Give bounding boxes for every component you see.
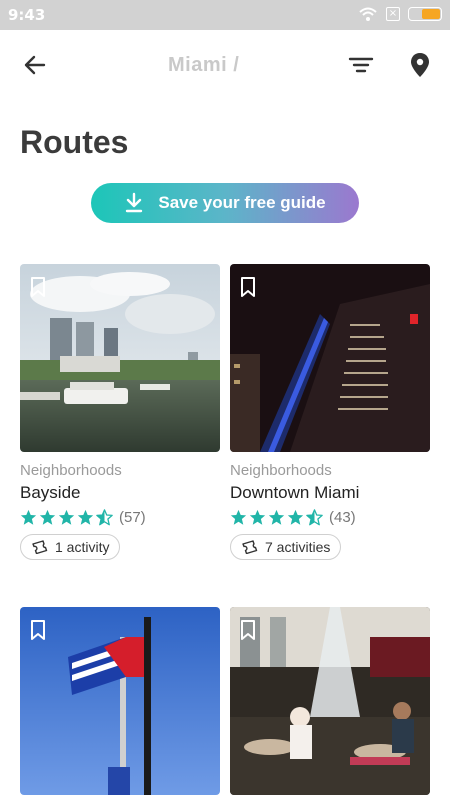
ticket-icon [242,540,258,554]
activity-count-label: 1 activity [55,539,110,555]
star-icon [287,509,304,525]
ticket-icon [32,540,48,554]
half-star-icon [96,509,113,526]
app-bar: Miami / [0,30,450,100]
save-guide-label: Save your free guide [158,193,326,212]
star-rating [20,509,113,526]
status-bar: 9:43 × [0,0,450,30]
arrow-left-icon [24,55,46,75]
route-card[interactable] [230,607,430,795]
bookmark-icon[interactable] [30,619,46,641]
star-rating [230,509,323,526]
status-time: 9:43 [8,6,46,24]
activity-count-badge[interactable]: 7 activities [230,534,342,560]
app-bar-title: Miami / [168,54,240,76]
bookmark-icon[interactable] [240,276,256,298]
route-name: Bayside [20,483,81,502]
route-category: Neighborhoods [230,462,332,479]
filter-button[interactable] [346,52,376,78]
route-image[interactable] [20,264,220,452]
map-pin-icon [411,53,429,77]
rating-count: (57) [119,509,146,526]
star-icon [230,509,247,525]
star-icon [58,509,75,525]
activity-count-badge[interactable]: 1 activity [20,534,121,560]
star-icon [77,509,94,525]
download-icon [126,192,143,213]
no-sim-icon: × [386,7,400,21]
route-image[interactable] [20,607,220,795]
star-icon [39,509,56,525]
route-card[interactable]: Neighborhoods Downtown Miami (43) 7 acti… [230,264,430,560]
star-icon [268,509,285,525]
half-star-icon [306,509,323,526]
route-category: Neighborhoods [20,462,122,479]
bookmark-icon[interactable] [30,276,46,298]
star-icon [249,509,266,525]
activity-count-label: 7 activities [265,539,331,555]
route-card[interactable]: Neighborhoods Bayside (57) 1 activity [20,264,220,560]
wifi-icon [359,7,377,21]
route-name: Downtown Miami [230,483,360,502]
star-icon [20,509,37,525]
page-title: Routes [20,124,129,160]
route-image[interactable] [230,264,430,452]
map-button[interactable] [406,50,434,80]
save-guide-button[interactable]: Save your free guide [91,183,359,223]
status-icons: × [358,6,442,22]
battery-icon [408,7,442,21]
rating: (57) [20,509,220,526]
bookmark-icon[interactable] [240,619,256,641]
route-image[interactable] [230,607,430,795]
route-card[interactable] [20,607,220,795]
filter-icon [348,57,374,73]
rating-count: (43) [329,509,356,526]
back-button[interactable] [18,50,52,80]
rating: (43) [230,509,430,526]
